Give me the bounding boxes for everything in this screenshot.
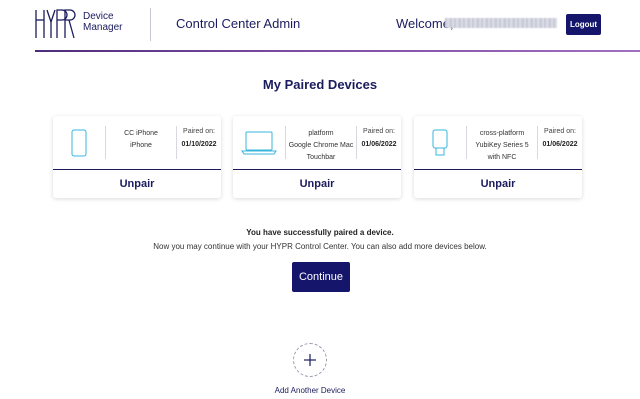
device-name-line2: iPhone [130,142,152,149]
paired-on-label: Paired on: [544,128,576,135]
device-name-line2: Google Chrome Mac [288,142,354,149]
product-name-line2: Manager [83,22,123,33]
paired-date: 01/06/2022 [361,141,397,148]
device-name: platform Google Chrome Mac Touchbar [286,128,356,164]
success-message: Now you may continue with your HYPR Cont… [153,242,487,251]
device-name-line1: platform [308,130,334,137]
device-name: cross-platform YubiKey Series 5 with NFC [467,128,537,164]
device-card: CC iPhone iPhone Paired on: 01/10/2022 U… [53,116,221,198]
unpair-button[interactable]: Unpair [414,170,582,198]
plus-icon [304,354,316,366]
product-name: Device Manager [83,11,122,33]
hypr-logo [35,9,76,39]
laptop-icon [233,116,285,169]
paired-on-label: Paired on: [183,128,215,135]
page-title: My Paired Devices [262,77,378,92]
app-title: Control Center Admin [176,16,301,31]
unpair-button[interactable]: Unpair [53,170,221,198]
paired-on-label: Paired on: [363,128,395,135]
security-key-icon [414,116,466,169]
device-name-line1: CC iPhone [124,130,158,137]
device-name-line1: cross-platform [479,130,525,137]
device-name: CC iPhone iPhone [106,128,176,152]
add-device-label[interactable]: Add Another Device [0,386,620,395]
product-name-line1: Device [83,11,114,22]
device-name-line3: with NFC [487,154,517,161]
add-device-button[interactable] [293,343,327,377]
continue-button[interactable]: Continue [292,262,350,292]
device-name-line3: Touchbar [306,154,336,161]
device-card: platform Google Chrome Mac Touchbar Pair… [233,116,401,198]
paired-date: 01/10/2022 [181,141,217,148]
phone-icon [53,116,105,169]
header-underline [35,50,640,52]
unpair-button[interactable]: Unpair [233,170,401,198]
header: Device Manager Control Center Admin Welc… [0,0,640,50]
device-card: cross-platform YubiKey Series 5 with NFC… [414,116,582,198]
header-divider [150,8,151,41]
success-title: You have successfully paired a device. [246,228,394,237]
device-name-line2: YubiKey Series 5 [475,142,529,149]
paired-date: 01/06/2022 [542,141,578,148]
redacted-username [445,18,557,28]
logout-button[interactable]: Logout [566,14,601,35]
